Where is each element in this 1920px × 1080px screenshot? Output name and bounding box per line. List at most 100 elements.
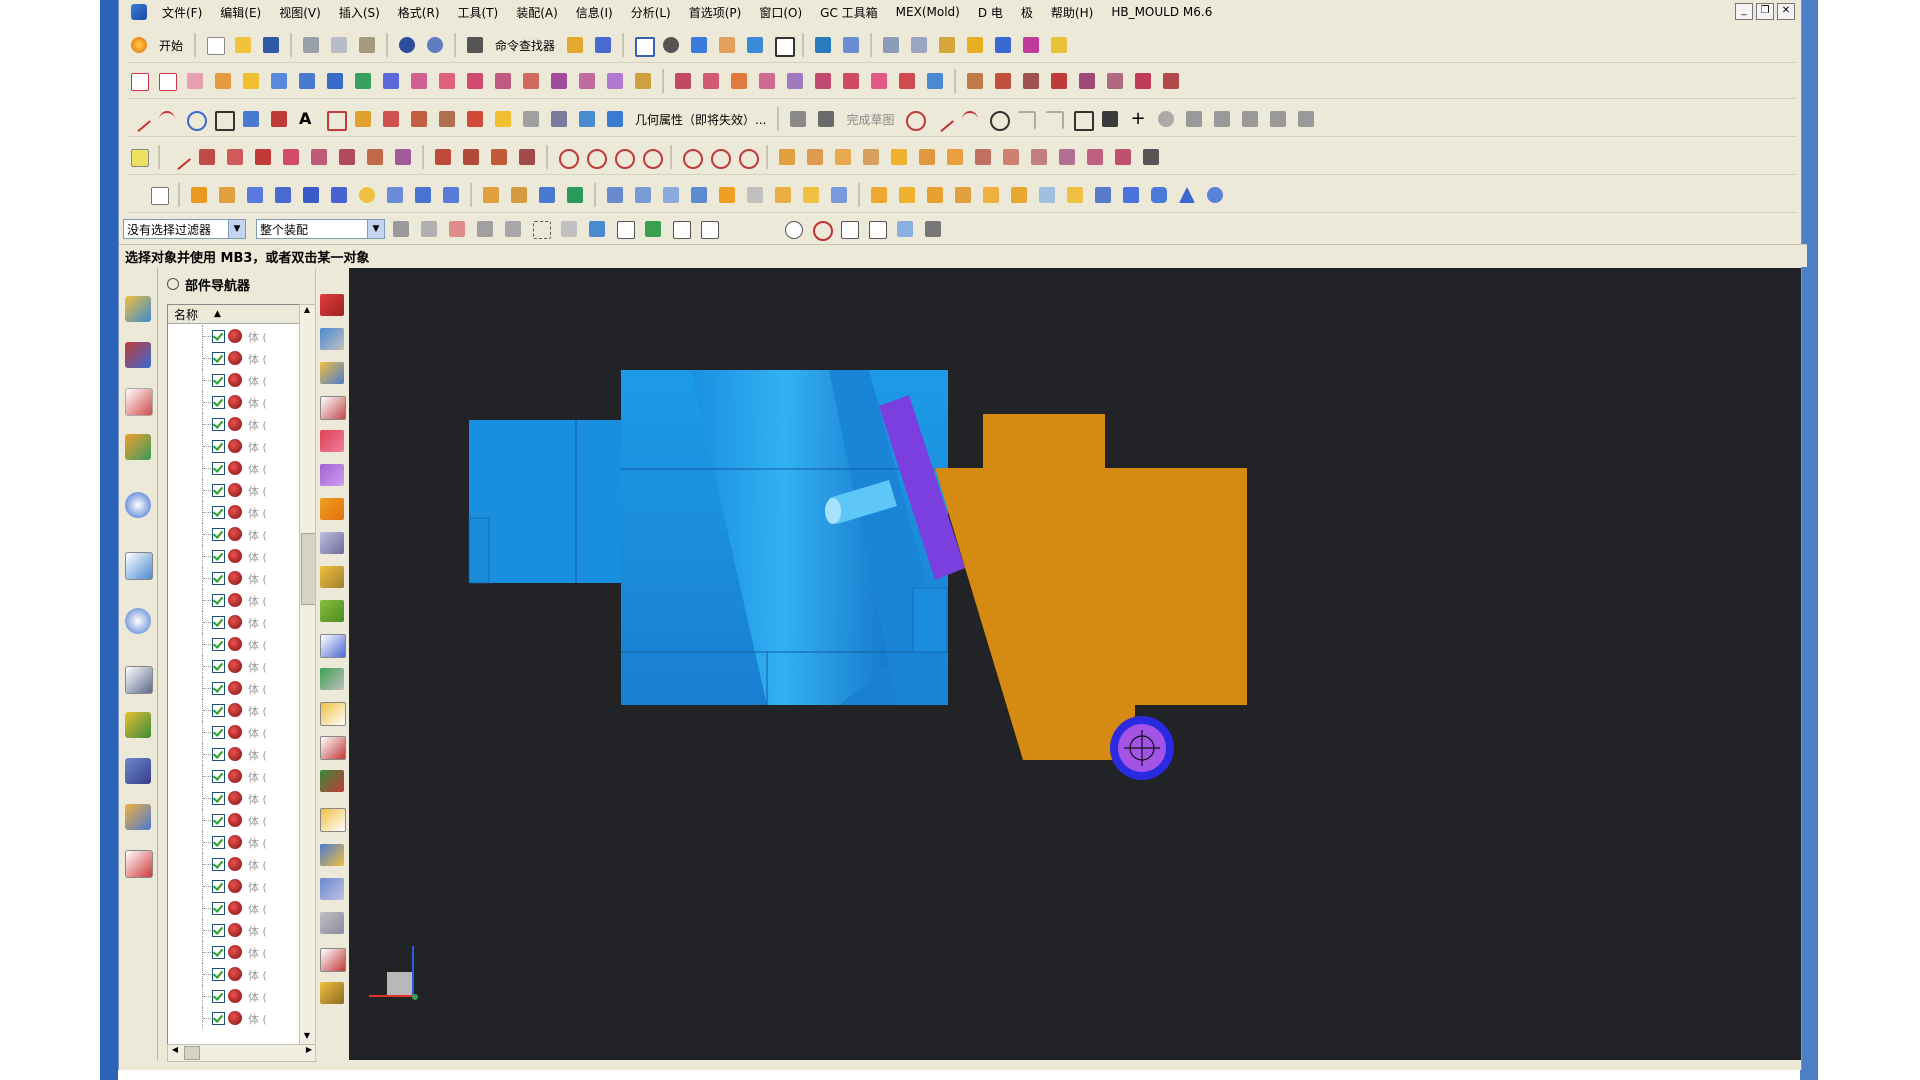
toolbar-icon[interactable]	[463, 107, 487, 131]
toolbar-icon[interactable]	[915, 145, 939, 169]
scroll-right-icon[interactable]: ▶	[302, 1045, 316, 1059]
toolbar-icon[interactable]	[295, 69, 319, 93]
circle-icon[interactable]	[707, 145, 731, 169]
scrollbar-thumb[interactable]	[301, 533, 316, 605]
toolbar-icon[interactable]	[320, 844, 344, 866]
toolbar-icon[interactable]	[355, 183, 379, 207]
toolbar-icon[interactable]	[320, 396, 346, 420]
toolbar-icon[interactable]	[1042, 107, 1066, 131]
visibility-checkbox[interactable]	[212, 836, 225, 849]
toolbar-icon[interactable]	[327, 183, 351, 207]
toolbar-icon[interactable]	[755, 69, 779, 93]
toolbar-icon[interactable]	[1139, 145, 1163, 169]
circle-icon[interactable]	[555, 145, 579, 169]
toolbar-icon[interactable]	[603, 107, 627, 131]
extrude-icon[interactable]	[187, 183, 211, 207]
toolbar-icon[interactable]	[631, 183, 655, 207]
toolbar-icon[interactable]	[320, 808, 346, 832]
menu-help[interactable]: 帮助(H)	[1042, 4, 1102, 21]
visibility-checkbox[interactable]	[212, 968, 225, 981]
visibility-checkbox[interactable]	[212, 704, 225, 717]
chevron-down-icon[interactable]: ▼	[228, 220, 245, 238]
toolbar-icon[interactable]	[575, 107, 599, 131]
toolbar-icon[interactable]	[715, 33, 739, 57]
toolbar-icon[interactable]	[1111, 145, 1135, 169]
tree-node-body[interactable]: 体 (	[168, 853, 284, 875]
toolbar-icon[interactable]	[1294, 107, 1318, 131]
orange-top-step[interactable]	[983, 414, 1105, 468]
toolbar-icon[interactable]	[839, 33, 863, 57]
tree-node-body[interactable]: 体 (	[168, 875, 284, 897]
tree-node-body[interactable]: 体 (	[168, 787, 284, 809]
scrollbar-thumb[interactable]	[184, 1046, 200, 1060]
rectangle-icon[interactable]	[211, 107, 235, 131]
snap-icon[interactable]	[865, 217, 889, 241]
snap-icon[interactable]	[781, 217, 805, 241]
toolbar-icon[interactable]	[320, 912, 344, 934]
model-canvas[interactable]	[349, 268, 1801, 1060]
toolbar-icon[interactable]	[320, 532, 344, 554]
visibility-checkbox[interactable]	[212, 726, 225, 739]
toolbar-icon[interactable]	[501, 217, 525, 241]
toolbar-icon[interactable]	[1103, 69, 1127, 93]
visibility-checkbox[interactable]	[212, 396, 225, 409]
menu-window[interactable]: 窗口(O)	[750, 4, 811, 21]
type-filter-dropdown[interactable]: 没有选择过滤器 ▼	[123, 219, 246, 239]
finish-sketch-button[interactable]: 完成草图	[846, 111, 894, 128]
visibility-checkbox[interactable]	[212, 682, 225, 695]
plus-icon[interactable]: +	[1126, 107, 1150, 131]
toolbar-icon[interactable]	[519, 69, 543, 93]
toolbar-icon[interactable]	[515, 145, 539, 169]
toolbar-icon[interactable]	[491, 107, 515, 131]
visibility-checkbox[interactable]	[212, 946, 225, 959]
visibility-checkbox[interactable]	[212, 1012, 225, 1025]
toolbar-icon[interactable]	[243, 183, 267, 207]
toolbar-icon[interactable]	[320, 498, 344, 520]
toolbar-icon[interactable]	[859, 145, 883, 169]
finish-sketch-icon[interactable]	[814, 107, 838, 131]
menu-analysis[interactable]: 分析(L)	[622, 4, 680, 21]
scope-dropdown[interactable]: 整个装配 ▼	[256, 219, 385, 239]
tree-node-body[interactable]: 体 (	[168, 479, 284, 501]
minimize-button[interactable]: _	[1735, 3, 1753, 20]
toolbar-icon[interactable]	[1091, 183, 1115, 207]
ruler-icon[interactable]	[1047, 33, 1071, 57]
scroll-left-icon[interactable]: ◀	[168, 1045, 182, 1059]
toolbar-icon[interactable]	[743, 33, 767, 57]
toolbar-icon[interactable]	[923, 183, 947, 207]
visibility-checkbox[interactable]	[212, 506, 225, 519]
toolbar-icon[interactable]	[867, 183, 891, 207]
render-style-icon[interactable]	[659, 33, 683, 57]
chevron-down-icon[interactable]: ▼	[367, 220, 384, 238]
toolbar-icon[interactable]	[127, 145, 151, 169]
toolbar-icon[interactable]	[1266, 107, 1290, 131]
tree-node-body[interactable]: 体 (	[168, 765, 284, 787]
blue-slider-extension[interactable]	[468, 420, 621, 584]
toolbar-icon[interactable]	[783, 69, 807, 93]
toolbar-icon[interactable]	[299, 183, 323, 207]
assembly-navigator-icon[interactable]	[125, 296, 151, 322]
restore-button[interactable]: ❐	[1756, 3, 1774, 20]
snap-icon[interactable]	[669, 217, 693, 241]
toolbar-icon[interactable]	[320, 600, 344, 622]
toolbar-icon[interactable]	[979, 183, 1003, 207]
cut-icon[interactable]	[299, 33, 323, 57]
toolbar-icon[interactable]	[547, 107, 571, 131]
menu-assembly[interactable]: 装配(A)	[507, 4, 567, 21]
menu-gc-toolbox[interactable]: GC 工具箱	[811, 4, 887, 21]
tree-node-body[interactable]: 体 (	[168, 589, 284, 611]
visibility-checkbox[interactable]	[212, 440, 225, 453]
toolbar-icon[interactable]	[999, 145, 1023, 169]
visibility-checkbox[interactable]	[212, 550, 225, 563]
circle-icon[interactable]	[735, 145, 759, 169]
toolbar-icon[interactable]	[351, 69, 375, 93]
toolbar-icon[interactable]	[363, 145, 387, 169]
circle-icon[interactable]	[679, 145, 703, 169]
toolbar-icon[interactable]	[991, 69, 1015, 93]
toolbar-icon[interactable]	[491, 69, 515, 93]
toolbar-icon[interactable]	[223, 145, 247, 169]
tree-node-body[interactable]: 体 (	[168, 897, 284, 919]
toolbar-icon[interactable]	[811, 33, 835, 57]
toolbar-icon[interactable]	[895, 69, 919, 93]
toolbar-icon[interactable]	[991, 33, 1015, 57]
